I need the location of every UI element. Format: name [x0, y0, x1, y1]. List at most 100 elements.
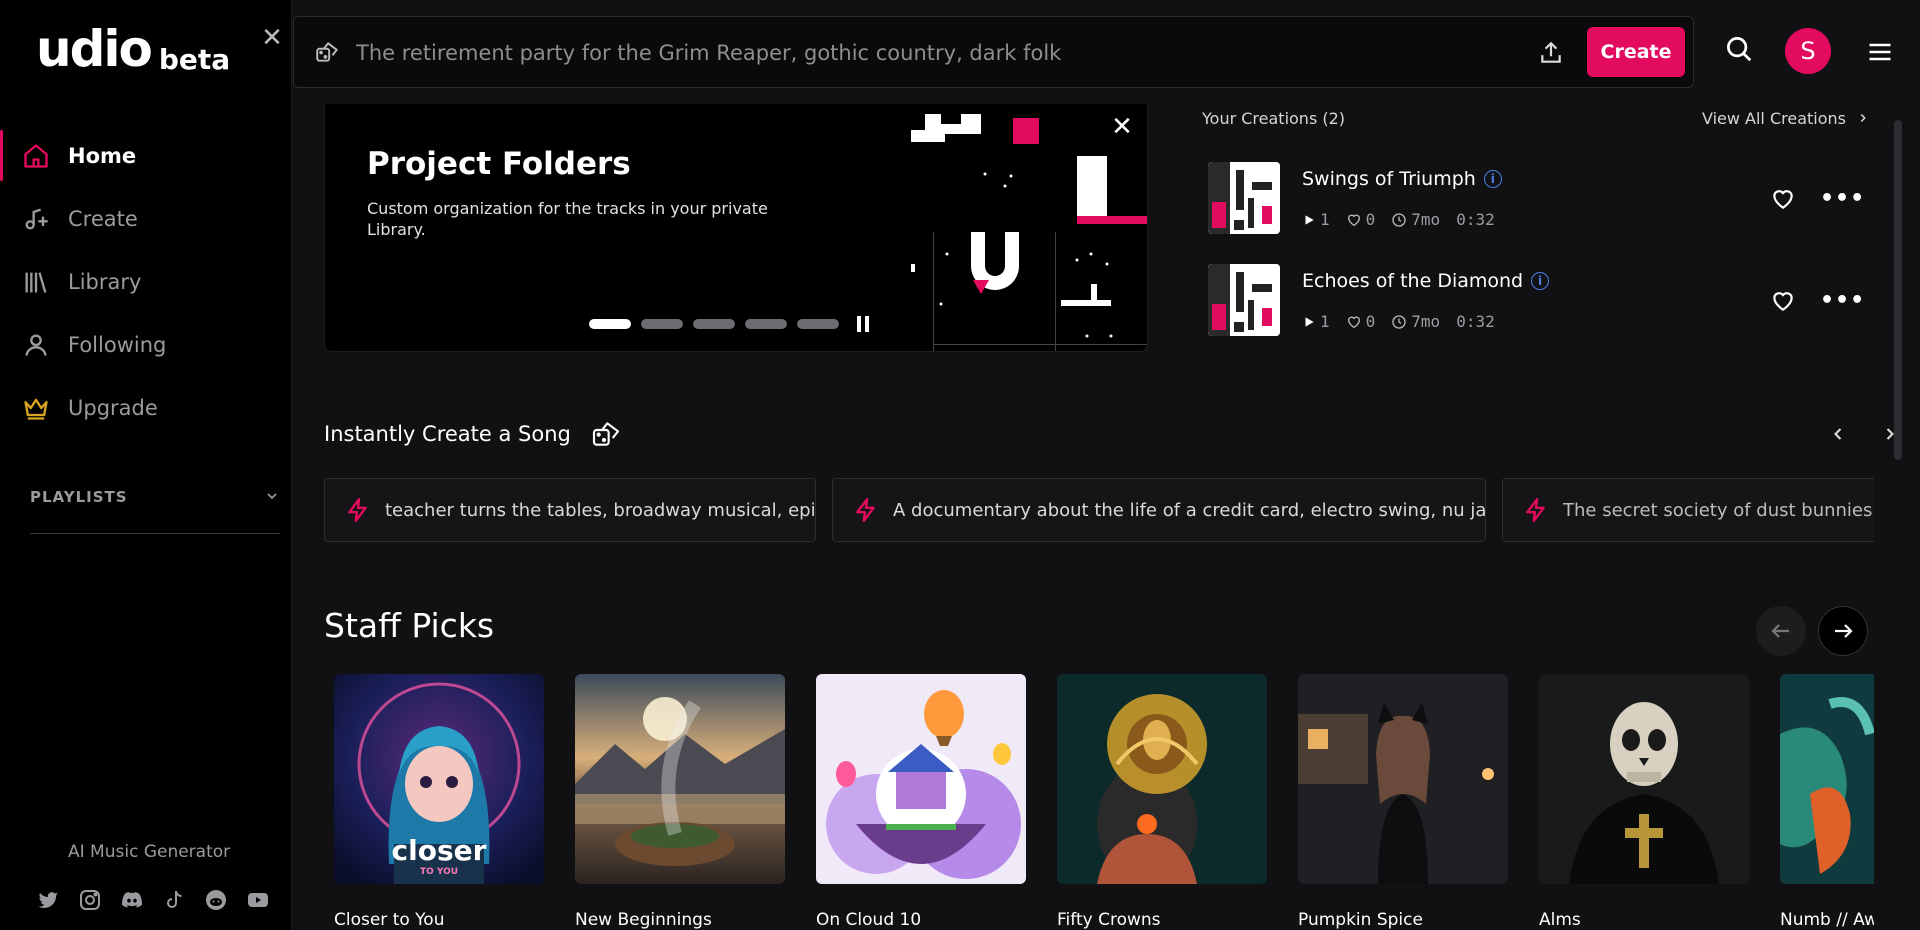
song-card[interactable]: closer TO YOU Closer to You — [334, 674, 544, 930]
view-all-label: View All Creations — [1701, 108, 1846, 128]
music-plus-icon — [25, 208, 48, 229]
song-card-title[interactable]: Fifty Crowns — [1057, 910, 1267, 930]
social-links — [34, 886, 272, 914]
staff-picks-title: Staff Picks — [324, 606, 495, 645]
song-cover-art[interactable] — [1539, 674, 1749, 884]
prompt-bar: Create — [293, 16, 1694, 88]
heart-icon — [1347, 214, 1360, 226]
carousel-dot[interactable] — [693, 319, 735, 329]
playlists-label: PLAYLISTS — [30, 488, 128, 506]
search-icon[interactable] — [1724, 34, 1754, 68]
feature-banner[interactable]: Project Folders Custom organization for … — [324, 104, 1148, 352]
close-sidebar-icon[interactable]: ✕ — [258, 23, 286, 53]
song-card[interactable]: Numb // Aw — [1780, 674, 1874, 930]
song-cover-art[interactable] — [1780, 674, 1874, 884]
like-count: 0 — [1346, 312, 1375, 331]
like-count: 0 — [1346, 210, 1375, 229]
lightning-icon — [856, 497, 875, 523]
song-card[interactable]: New Beginnings — [575, 674, 785, 930]
track-stats: 1 0 7mo 0:32 — [1302, 312, 1495, 331]
logo-beta-tag: beta — [158, 43, 231, 76]
top-bar: Create S — [292, 0, 1920, 104]
footer-label: AI Music Generator — [68, 842, 231, 862]
youtube-icon[interactable] — [244, 886, 272, 914]
prompt-suggestion[interactable]: The secret society of dust bunnies u — [1502, 478, 1874, 542]
home-icon — [24, 143, 48, 168]
nav-item-following[interactable]: Following — [0, 313, 292, 376]
song-cover-art[interactable] — [575, 674, 785, 884]
close-banner-icon[interactable]: ✕ — [1109, 114, 1135, 140]
nav-item-home[interactable]: Home — [0, 124, 292, 187]
song-card-title[interactable]: On Cloud 10 — [816, 910, 1026, 930]
like-heart-icon[interactable] — [1770, 186, 1796, 216]
song-card[interactable]: Fifty Crowns — [1057, 674, 1267, 930]
hamburger-menu-icon[interactable] — [1866, 38, 1894, 70]
song-cover-art[interactable] — [816, 674, 1026, 884]
prompt-suggestions: teacher turns the tables, broadway music… — [324, 478, 1874, 544]
avatar[interactable]: S — [1785, 28, 1831, 74]
upload-icon[interactable] — [1534, 37, 1568, 69]
nav-item-label: Library — [68, 269, 142, 294]
view-all-creations-link[interactable]: View All Creations — [1702, 109, 1870, 128]
carousel-dot[interactable] — [589, 319, 631, 329]
udio-logo[interactable]: udio beta — [36, 24, 230, 74]
creation-row[interactable]: Echoes of the Diamond i 1 0 7mo 0:32 ••• — [1208, 264, 1874, 344]
nav-item-label: Following — [68, 332, 167, 357]
lightning-icon — [348, 497, 367, 523]
song-card[interactable]: On Cloud 10 — [816, 674, 1026, 930]
info-icon[interactable]: i — [1483, 170, 1502, 188]
song-cover-art[interactable] — [1298, 674, 1508, 884]
discord-icon[interactable] — [118, 886, 146, 914]
song-card-title[interactable]: Numb // Aw — [1780, 910, 1874, 930]
song-card[interactable]: Pumpkin Spice — [1298, 674, 1508, 930]
carousel-dot[interactable] — [641, 319, 683, 329]
main-nav: Home Create Library Following Upgrade — [0, 124, 292, 439]
creation-row[interactable]: Swings of Triumph i 1 0 7mo 0:32 ••• — [1208, 162, 1874, 242]
carousel-dot[interactable] — [745, 319, 787, 329]
tiktok-icon[interactable] — [160, 886, 188, 914]
pause-icon[interactable] — [857, 316, 873, 332]
song-card-title[interactable]: Alms — [1539, 910, 1749, 930]
more-options-icon[interactable]: ••• — [1820, 186, 1865, 211]
instagram-icon[interactable] — [76, 886, 104, 914]
prompt-suggestion[interactable]: A documentary about the life of a credit… — [832, 478, 1486, 542]
more-options-icon[interactable]: ••• — [1820, 288, 1865, 313]
playlists-toggle[interactable]: PLAYLISTS — [30, 488, 280, 534]
prompt-text: A documentary about the life of a credit… — [893, 499, 1486, 521]
create-button[interactable]: Create — [1587, 27, 1685, 77]
arrow-right-icon — [1835, 624, 1853, 638]
nav-item-create[interactable]: Create — [0, 187, 292, 250]
song-cover-art[interactable] — [1057, 674, 1267, 884]
prompt-suggestion[interactable]: teacher turns the tables, broadway music… — [324, 478, 816, 542]
chevron-left-icon[interactable] — [1828, 424, 1848, 448]
nav-item-upgrade[interactable]: Upgrade — [0, 376, 292, 439]
track-cover-art[interactable] — [1208, 264, 1280, 336]
song-cover-art[interactable]: closer TO YOU — [334, 674, 544, 884]
song-card-title[interactable]: Pumpkin Spice — [1298, 910, 1508, 930]
reddit-icon[interactable] — [202, 886, 230, 914]
cover-art-text: closer — [392, 834, 487, 867]
carousel-prev-button[interactable] — [1756, 606, 1806, 656]
page-scrollbar[interactable] — [1894, 120, 1902, 460]
carousel-dot[interactable] — [797, 319, 839, 329]
twitter-icon[interactable] — [34, 886, 62, 914]
dice-icon[interactable] — [590, 418, 622, 454]
nav-item-label: Create — [68, 206, 138, 231]
person-icon — [25, 334, 47, 356]
nav-item-library[interactable]: Library — [0, 250, 292, 313]
prompt-input[interactable] — [356, 31, 1456, 75]
like-heart-icon[interactable] — [1770, 288, 1796, 318]
song-card-title[interactable]: New Beginnings — [575, 910, 785, 930]
track-cover-art[interactable] — [1208, 162, 1280, 234]
logo-wordmark: udio — [36, 20, 153, 78]
song-card-title[interactable]: Closer to You — [334, 910, 544, 930]
info-icon[interactable]: i — [1531, 272, 1550, 290]
track-age: 7mo — [1391, 210, 1440, 229]
track-title[interactable]: Echoes of the Diamond — [1302, 270, 1523, 292]
chevron-right-icon — [1860, 113, 1866, 123]
carousel-next-button[interactable] — [1818, 606, 1868, 656]
track-title[interactable]: Swings of Triumph — [1302, 168, 1476, 190]
dice-icon[interactable] — [314, 39, 340, 69]
song-card[interactable]: Alms — [1539, 674, 1749, 930]
arrow-left-icon — [1771, 624, 1789, 638]
